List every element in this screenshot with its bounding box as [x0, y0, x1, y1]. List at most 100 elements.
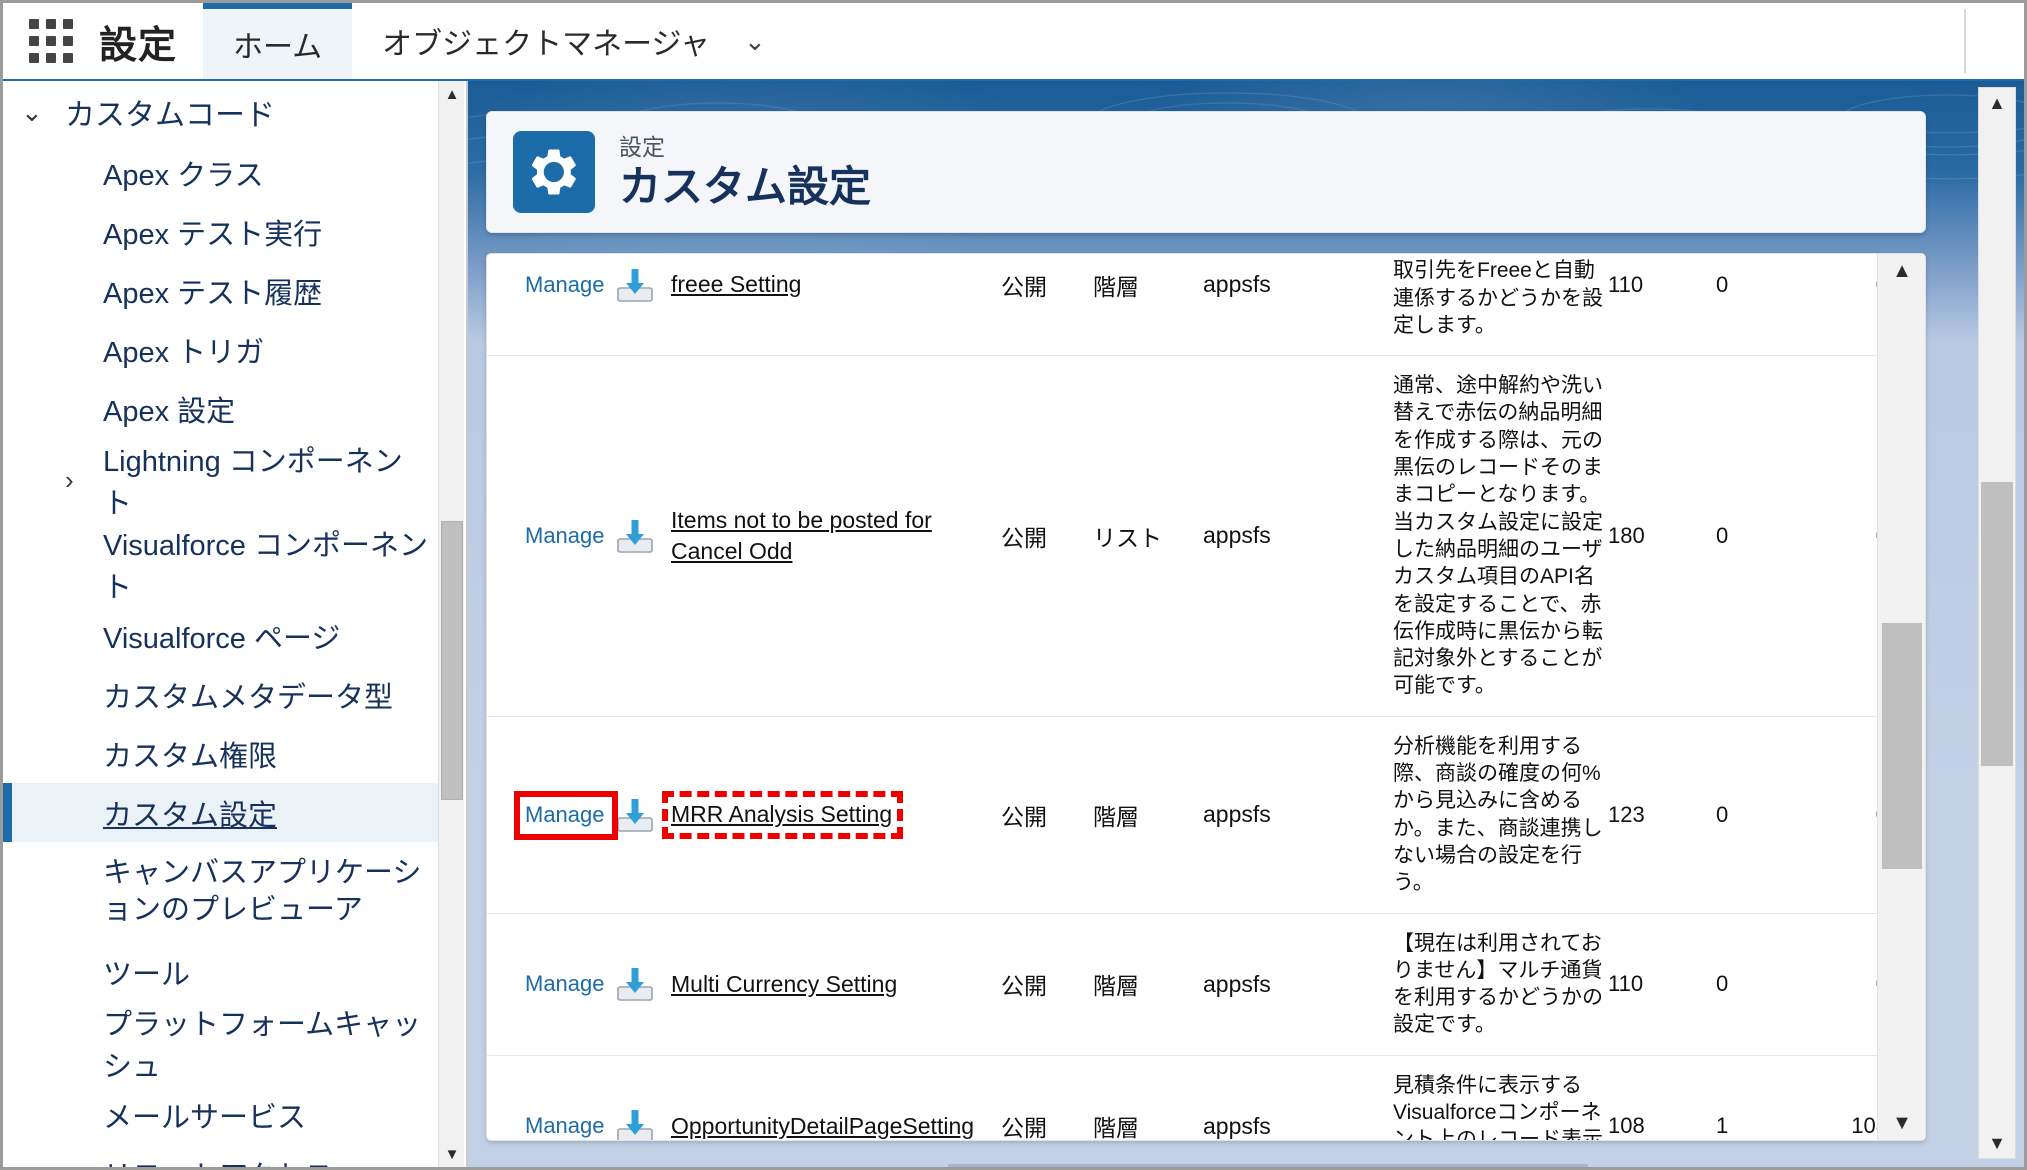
chevron-right-icon[interactable]: › — [65, 465, 74, 496]
setup-sidebar: ⌄ カスタムコード Apex クラス Apex テスト実行 Apex テスト履歴… — [3, 81, 468, 1167]
sidebar-item-apex-test-history[interactable]: Apex テスト履歴 — [3, 261, 440, 320]
sidebar-item-apex-triggers[interactable]: Apex トリガ — [3, 320, 440, 379]
sidebar-item-visualforce-pages[interactable]: Visualforce ページ — [3, 606, 440, 665]
record-count-value: 0 — [1716, 801, 1729, 827]
sidebar-item-apex-classes[interactable]: Apex クラス — [3, 143, 440, 202]
list-scrollbar-thumb[interactable] — [1882, 623, 1922, 869]
page-header-card: 設定 カスタム設定 — [486, 111, 1926, 233]
table-row: Manage Multi Currency Setting 公開 階層 appsfs 【現… — [487, 913, 1879, 1056]
description-value: 【現在は利用されておりません】マルチ通貨を利用するかどうかの設定です。 — [1393, 931, 1603, 1037]
sidebar-scrollbar[interactable]: ▲ ▼ — [438, 81, 464, 1167]
gear-icon — [513, 131, 595, 213]
sidebar-item-custom-metadata-types[interactable]: カスタムメタデータ型 — [3, 665, 440, 724]
setting-type-icon-cell — [615, 1055, 671, 1140]
download-setting-icon — [617, 268, 653, 302]
setting-type-value: 階層 — [1093, 273, 1139, 300]
sidebar-item-apex-settings[interactable]: Apex 設定 — [3, 379, 440, 438]
setting-type-value: 階層 — [1093, 973, 1139, 1000]
sidebar-item-email-services[interactable]: メールサービス — [3, 1085, 440, 1144]
custom-setting-name-link[interactable]: freee Setting — [671, 271, 801, 297]
record-count-value: 0 — [1716, 971, 1729, 997]
manage-link[interactable]: Manage — [525, 523, 605, 548]
page-header-eyebrow: 設定 — [619, 134, 665, 161]
manage-link[interactable]: Manage — [525, 272, 605, 297]
namespace-prefix-value: appsfs — [1203, 522, 1271, 549]
setting-type-value: 階層 — [1093, 1115, 1139, 1140]
custom-settings-list-card: Managefreee Setting公開階層appsfsFreee 連携を行う… — [486, 253, 1926, 1141]
sidebar-item-custom-settings[interactable]: カスタム設定 — [3, 783, 440, 842]
custom-settings-rows: Managefreee Setting公開階層appsfsFreee 連携を行う… — [487, 254, 1879, 1140]
sidebar-item-canvas-app-previewer[interactable]: キャンバスアプリケーションのプレビューア — [3, 842, 440, 942]
sidebar-item-platform-cache[interactable]: プラットフォームキャッシュ — [3, 1001, 440, 1085]
sidebar-item-label: メールサービス — [103, 1101, 307, 1134]
sidebar-item-label: Lightning コンポーネント — [103, 446, 403, 520]
caret-down-icon[interactable]: ▼ — [439, 1141, 465, 1167]
caret-up-icon[interactable]: ▲ — [439, 81, 465, 107]
description-value: 分析機能を利用する際、商談の確度の何%から見込みに含めるか。また、商談連携しない… — [1393, 734, 1603, 895]
chevron-down-icon[interactable]: ⌄ — [21, 97, 65, 128]
description-value: Freee 連携を行う際、取引先をFreeeと自動連係するかどうかを設定します。 — [1393, 254, 1603, 337]
setting-type-icon-cell — [615, 913, 671, 1055]
sidebar-item-visualforce-components[interactable]: Visualforce コンポーネント — [3, 522, 440, 606]
download-setting-icon — [617, 519, 653, 553]
sidebar-item-custom-permissions[interactable]: カスタム権限 — [3, 724, 440, 783]
setting-type-value: 階層 — [1093, 803, 1139, 830]
manage-link[interactable]: Manage — [525, 971, 605, 996]
sidebar-item-label: キャンバスアプリケーションのプレビューア — [103, 856, 422, 926]
sidebar-item-lightning-components[interactable]: › Lightning コンポーネント — [3, 438, 440, 522]
sidebar-item-label: Visualforce コンポーネント — [103, 530, 428, 604]
custom-settings-list-viewport: Managefreee Setting公開階層appsfsFreee 連携を行う… — [487, 254, 1879, 1140]
sidebar-item-label: リモートアクセス — [103, 1153, 334, 1168]
page-title: カスタム設定 — [619, 162, 872, 210]
custom-setting-name-link[interactable]: MRR Analysis Setting — [671, 801, 892, 827]
setup-title: 設定 — [99, 24, 178, 67]
app-launcher-button[interactable] — [3, 3, 99, 79]
download-setting-icon — [617, 798, 653, 832]
namespace-prefix-value: appsfs — [1203, 801, 1271, 828]
caret-down-icon[interactable]: ▼ — [1878, 1106, 1925, 1140]
manage-link[interactable]: Manage — [525, 802, 605, 827]
custom-setting-name-link[interactable]: Items not to be posted for Cancel Odd — [671, 507, 932, 564]
sidebar-group-label: カスタムコード — [65, 99, 275, 132]
size-value: 123 — [1608, 801, 1645, 827]
chevron-down-icon[interactable]: ⌄ — [740, 3, 772, 79]
custom-setting-name-link[interactable]: OpportunityDetailPageSetting — [671, 1113, 974, 1139]
page-scrollbar[interactable]: ▲ ▼ — [1978, 87, 2016, 1159]
custom-setting-name-link[interactable]: Multi Currency Setting — [671, 971, 897, 997]
setting-type-value: リスト — [1093, 524, 1162, 551]
sidebar-group-custom-code[interactable]: ⌄ カスタムコード — [3, 81, 440, 143]
tab-object-manager[interactable]: オブジェクトマネージャ — [352, 3, 740, 79]
main-content: 設定 カスタム設定 Managefreee Setting公開階層appsfsF… — [468, 81, 2024, 1167]
record-count-value: 0 — [1716, 271, 1729, 297]
table-row: Manage freee Setting 公開 階層 appsfs Freee 連携を行う… — [487, 254, 1879, 356]
namespace-prefix-value: appsfs — [1203, 1112, 1271, 1139]
caret-down-icon[interactable]: ▼ — [1979, 1128, 2015, 1158]
sidebar-item-label: プラットフォームキャッシュ — [103, 1009, 422, 1083]
sidebar-item-apex-test-execution[interactable]: Apex テスト実行 — [3, 202, 440, 261]
sidebar-scrollbar-thumb[interactable] — [441, 520, 463, 800]
visibility-value: 公開 — [1001, 273, 1047, 300]
sidebar-item-remote-access[interactable]: リモートアクセス — [3, 1144, 440, 1168]
sidebar-item-label: Apex テスト履歴 — [103, 277, 323, 310]
size-value: 108 — [1608, 1113, 1645, 1139]
visibility-value: 公開 — [1001, 524, 1047, 551]
visibility-value: 公開 — [1001, 973, 1047, 1000]
description-value: 見積条件に表示するVisualforceコンポーネント上のレコード表示件数を設定… — [1393, 1073, 1603, 1140]
caret-up-icon[interactable]: ▲ — [1979, 88, 2015, 118]
sidebar-item-label: Apex 設定 — [103, 395, 236, 428]
global-header: 設定 ホーム オブジェクトマネージャ ⌄ — [3, 3, 2024, 81]
sidebar-item-tools[interactable]: ツール — [3, 942, 440, 1001]
caret-up-icon[interactable]: ▲ — [1878, 254, 1925, 288]
description-value: 通常、途中解約や洗い替えで赤伝の納品明細を作成する際は、元の黒伝のレコードそのま… — [1393, 374, 1603, 698]
setting-type-icon-cell — [615, 356, 671, 717]
record-count-value: 1 — [1716, 1113, 1729, 1139]
list-scrollbar[interactable]: ▲ ▼ — [1877, 254, 1925, 1140]
page-scrollbar-thumb[interactable] — [1981, 482, 2013, 766]
custom-settings-rows-clip: Managefreee Setting公開階層appsfsFreee 連携を行う… — [487, 254, 1879, 1140]
download-setting-icon — [617, 968, 653, 1001]
tab-home[interactable]: ホーム — [203, 3, 353, 79]
used-size-value: 108 — [1851, 1113, 1879, 1139]
size-value: 110 — [1608, 271, 1644, 297]
size-value: 180 — [1608, 522, 1645, 548]
manage-link[interactable]: Manage — [525, 1113, 605, 1138]
